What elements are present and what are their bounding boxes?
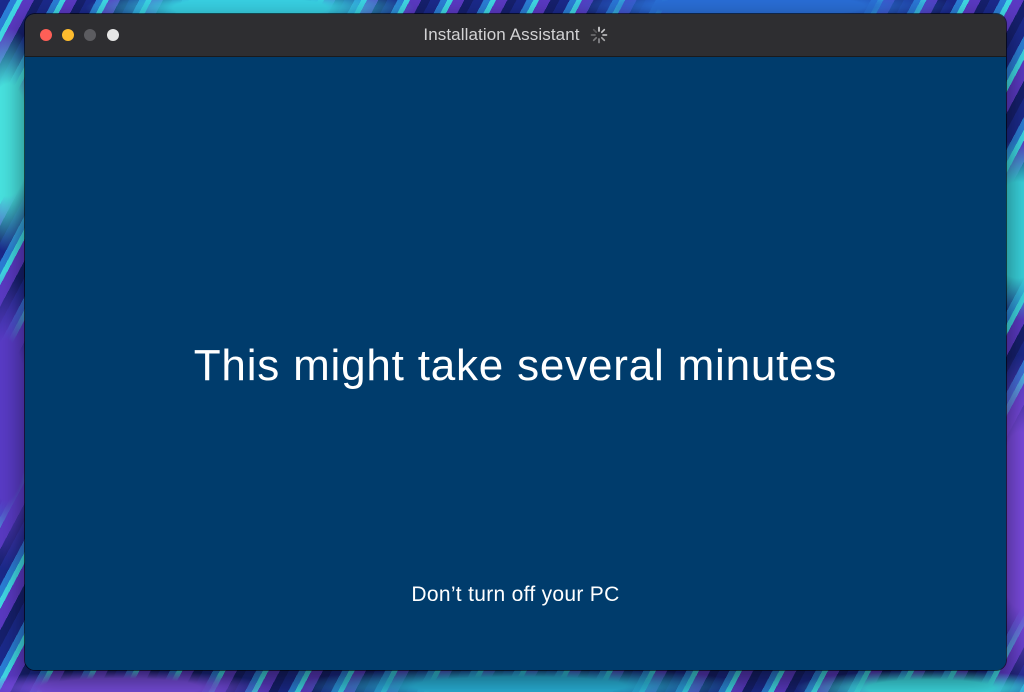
window-title: Installation Assistant: [423, 25, 580, 44]
title-bar[interactable]: Installation Assistant: [25, 14, 1006, 57]
progress-headline: This might take several minutes: [193, 341, 838, 390]
title-group: Installation Assistant: [25, 14, 1006, 56]
setup-screen: This might take several minutes Don’t tu…: [25, 57, 1006, 670]
warning-message: Don’t turn off your PC: [411, 583, 620, 606]
loading-spinner-icon: [590, 26, 607, 44]
installation-window: Installation Assistant This might take s…: [25, 14, 1006, 670]
